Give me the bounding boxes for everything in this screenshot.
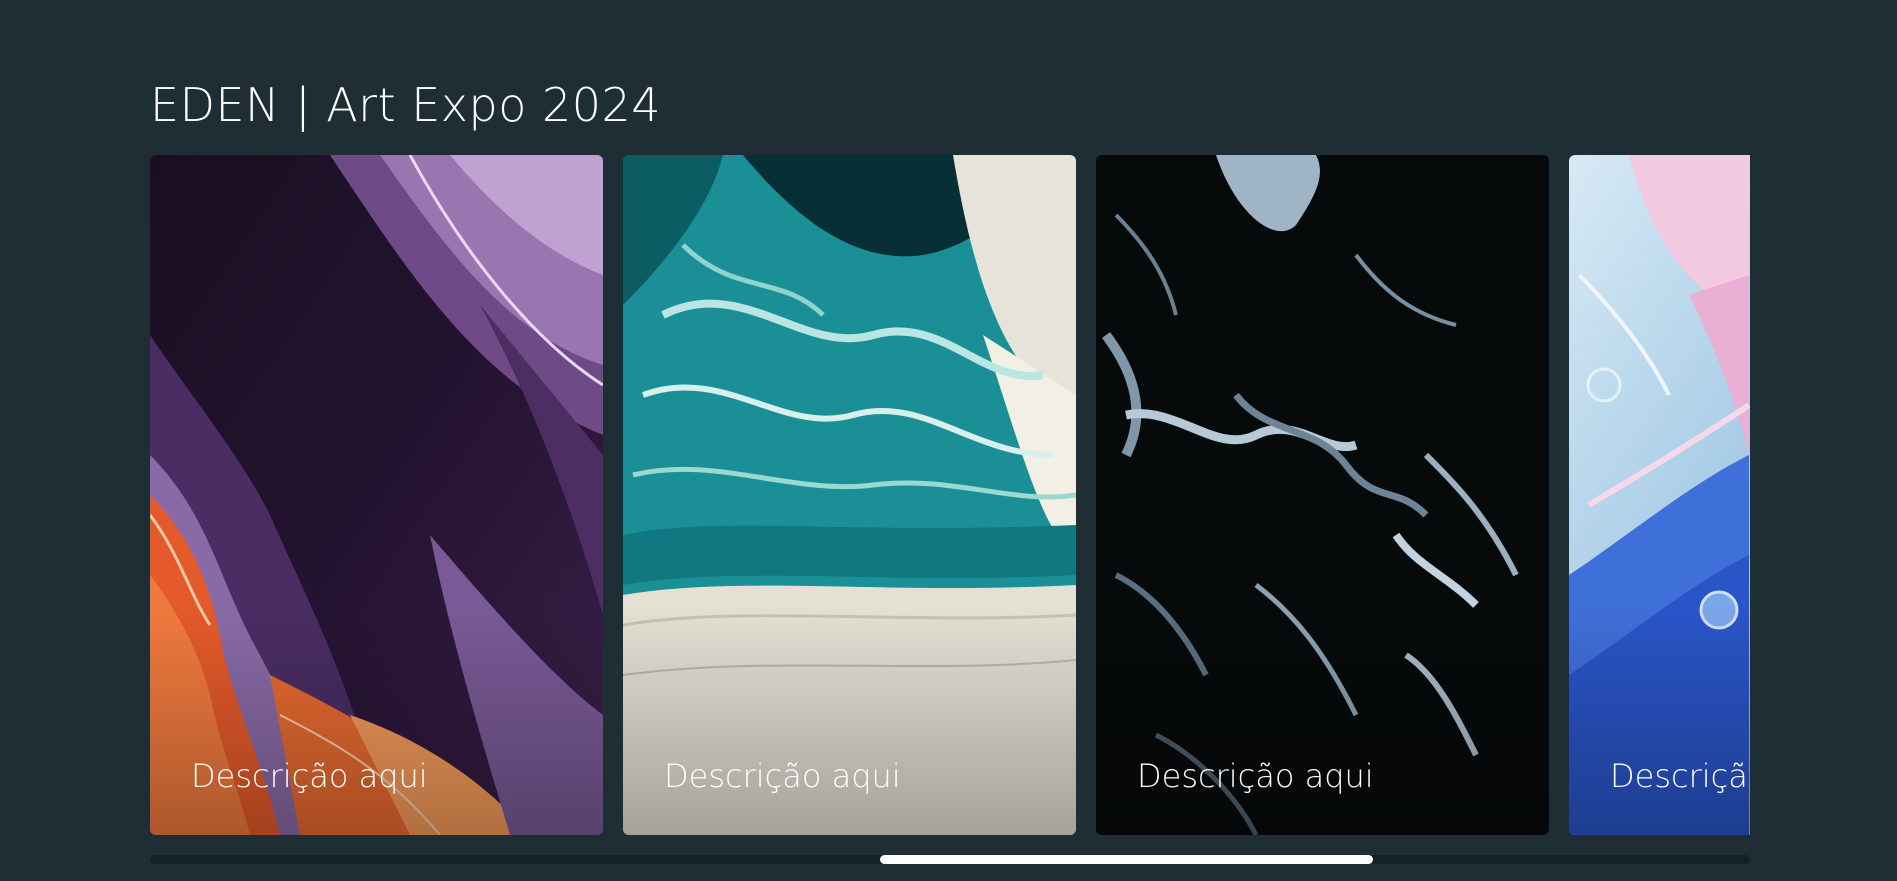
art-gallery-carousel[interactable]: Descrição aqui Descrição aqui Descrição … [150,155,1750,835]
caption-shade [150,605,603,835]
card-caption: Descrição aqui [1137,757,1374,795]
page-title: EDEN | Art Expo 2024 [150,78,662,132]
card-caption: Descrição aqui [1610,757,1750,795]
artwork-card[interactable]: Descrição aqui [150,155,603,835]
horizontal-scrollbar[interactable] [150,855,1750,864]
artwork-card[interactable]: Descrição aqui [623,155,1076,835]
caption-shade [1569,605,1750,835]
card-caption: Descrição aqui [664,757,901,795]
card-caption: Descrição aqui [191,757,428,795]
artwork-card[interactable]: Descrição aqui [1096,155,1549,835]
caption-shade [1096,605,1549,835]
artwork-card[interactable]: Descrição aqui [1569,155,1750,835]
scrollbar-thumb[interactable] [880,855,1373,864]
caption-shade [623,605,1076,835]
